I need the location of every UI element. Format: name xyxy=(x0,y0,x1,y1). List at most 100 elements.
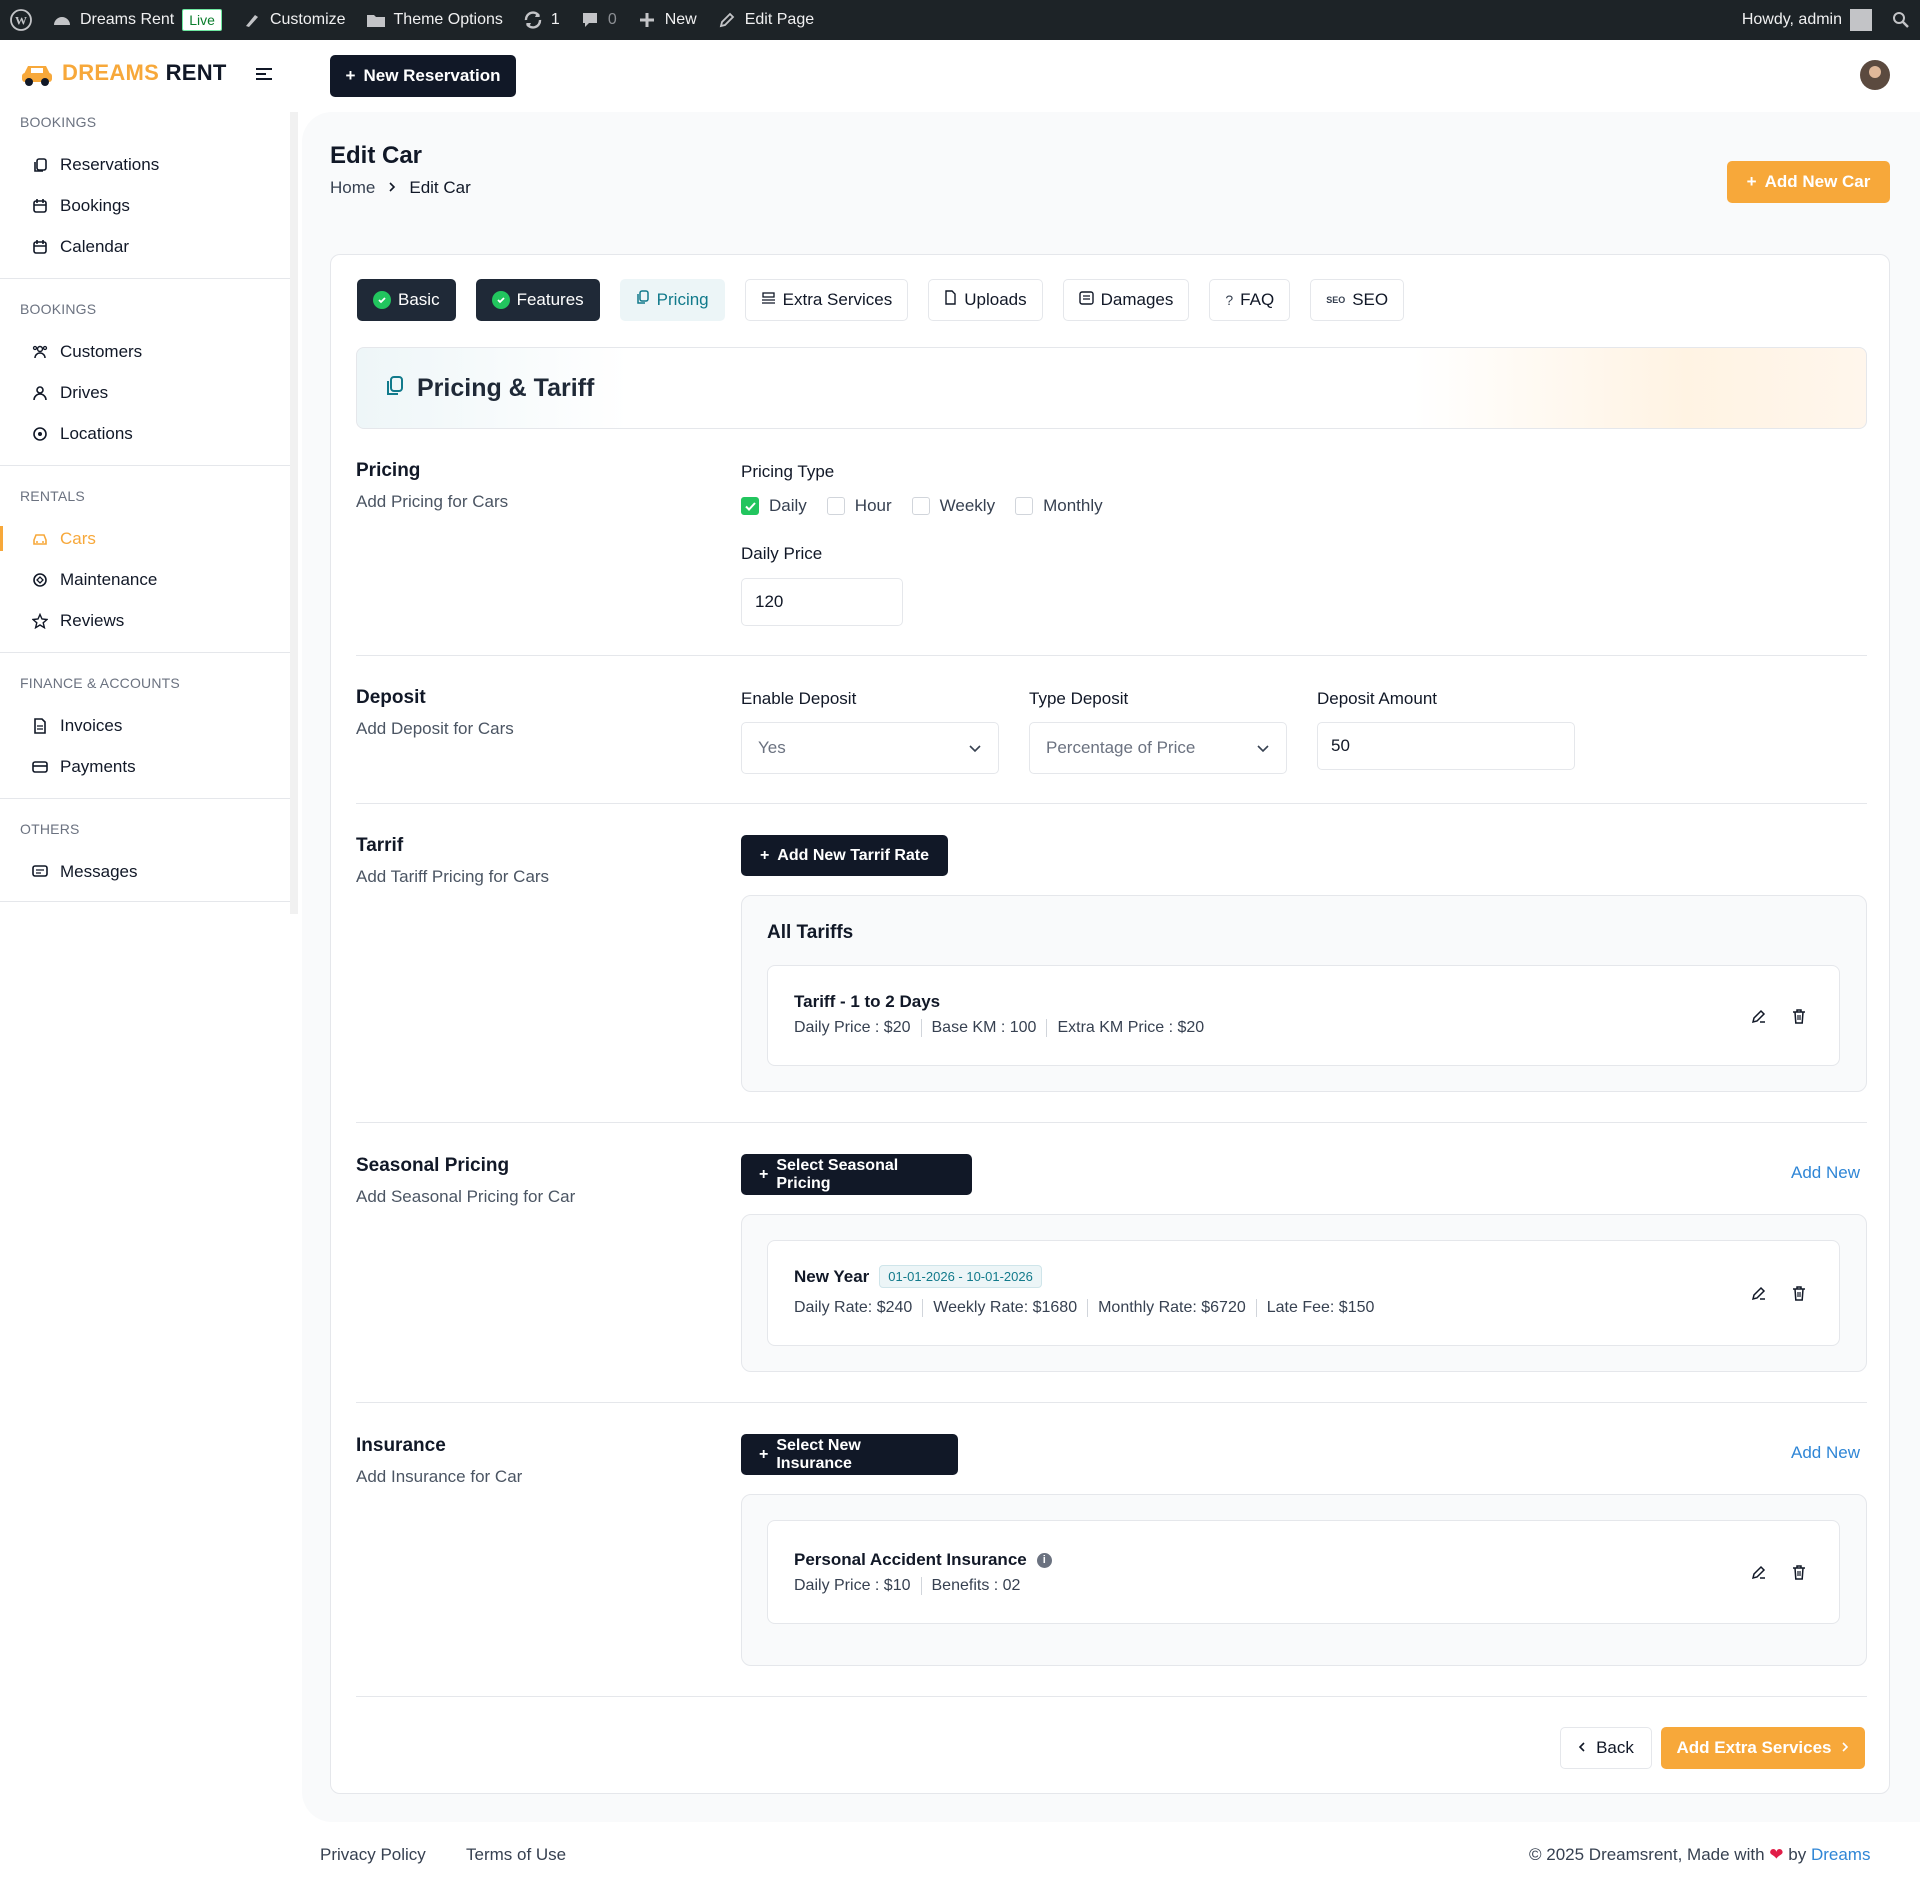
divider xyxy=(0,465,290,466)
sidebar-item-bookings[interactable]: Bookings xyxy=(0,185,290,226)
sidebar-item-locations[interactable]: Locations xyxy=(0,413,290,454)
comments-link[interactable]: 0 xyxy=(570,0,627,40)
brand-logo[interactable]: DREAMS RENT xyxy=(20,58,227,88)
breadcrumb: Home Edit Car xyxy=(330,178,471,198)
wordpress-logo-icon[interactable]: W xyxy=(0,0,42,40)
menu-toggle-icon[interactable] xyxy=(256,68,272,82)
type-deposit-select[interactable]: Percentage of Price xyxy=(1029,722,1287,774)
avatar[interactable] xyxy=(1860,60,1890,90)
divider xyxy=(0,652,290,653)
daily-price-input[interactable]: 120 xyxy=(741,578,903,626)
tab-uploads[interactable]: Uploads xyxy=(928,279,1043,321)
page-title: Edit Car xyxy=(330,142,423,169)
step-tabs: Basic Features Pricing Extra Services Up… xyxy=(357,279,1405,321)
privacy-policy-link[interactable]: Privacy Policy xyxy=(320,1845,426,1865)
sidebar-item-maintenance[interactable]: Maintenance xyxy=(0,559,290,600)
theme-options-label: Theme Options xyxy=(393,11,503,28)
sidebar-item-reviews[interactable]: Reviews xyxy=(0,600,290,641)
checkbox[interactable] xyxy=(1015,497,1034,515)
tab-faq[interactable]: ? FAQ xyxy=(1209,279,1291,321)
copy-icon xyxy=(32,157,48,173)
sidebar-item-label: Customers xyxy=(60,341,143,361)
checkbox[interactable] xyxy=(826,497,845,515)
trash-icon[interactable] xyxy=(1787,1560,1811,1584)
live-badge: Live xyxy=(182,9,222,31)
add-extra-services-button[interactable]: Add Extra Services xyxy=(1661,1727,1865,1769)
option-label: Hour xyxy=(854,496,892,515)
deposit-amount-label: Deposit Amount xyxy=(1317,689,1438,708)
pricing-type-weekly[interactable]: Weekly xyxy=(911,496,995,516)
dreams-link[interactable]: Dreams xyxy=(1811,1845,1871,1864)
updates-link[interactable]: 1 xyxy=(513,0,570,40)
add-tarrif-label: Add New Tarrif Rate xyxy=(777,846,930,864)
plus-icon: + xyxy=(759,1445,769,1463)
tab-extra-services[interactable]: Extra Services xyxy=(744,279,909,321)
select-new-insurance-button[interactable]: + Select New Insurance xyxy=(741,1434,958,1475)
sidebar-item-messages[interactable]: Messages xyxy=(0,851,290,892)
edit-page-link[interactable]: Edit Page xyxy=(707,0,824,40)
pricing-heading: Pricing xyxy=(356,460,421,481)
terms-of-use-link[interactable]: Terms of Use xyxy=(466,1845,566,1865)
plus-icon: + xyxy=(345,66,356,85)
info-icon[interactable]: i xyxy=(1036,1552,1052,1568)
edit-icon[interactable] xyxy=(1747,1281,1771,1305)
invoice-icon xyxy=(32,717,48,734)
seasonal-add-new-link[interactable]: Add New xyxy=(1791,1163,1860,1183)
tab-pricing[interactable]: Pricing xyxy=(619,279,725,321)
checkbox-checked-icon[interactable] xyxy=(741,497,759,515)
sidebar-item-calendar[interactable]: Calendar xyxy=(0,226,290,267)
customize-label: Customize xyxy=(269,11,346,28)
pricing-type-daily[interactable]: Daily xyxy=(741,496,807,516)
car-logo-icon xyxy=(20,58,54,88)
customize-link[interactable]: Customize xyxy=(232,0,356,40)
add-new-tarrif-rate-button[interactable]: + Add New Tarrif Rate xyxy=(741,835,948,876)
tab-seo[interactable]: SEO SEO xyxy=(1310,279,1405,321)
select-seasonal-pricing-button[interactable]: + Select Seasonal Pricing xyxy=(741,1154,972,1195)
search-icon[interactable] xyxy=(1882,0,1920,40)
checkbox[interactable] xyxy=(911,497,930,515)
sidebar-scrollbar[interactable] xyxy=(290,112,298,914)
sidebar-item-payments[interactable]: Payments xyxy=(0,746,290,787)
divider xyxy=(356,655,1867,656)
edit-icon[interactable] xyxy=(1747,1560,1771,1584)
tariff-subtitle: Add Tariff Pricing for Cars xyxy=(356,867,550,886)
theme-options-link[interactable]: Theme Options xyxy=(356,0,513,40)
trash-icon[interactable] xyxy=(1787,1004,1811,1028)
sidebar-item-cars[interactable]: Cars xyxy=(0,518,290,559)
section-header: Pricing & Tariff xyxy=(356,347,1867,429)
tariff-actions xyxy=(1747,1004,1811,1028)
insurance-item-title: Personal Accident Insurance i xyxy=(794,1550,1052,1570)
plus-icon: + xyxy=(1746,172,1757,191)
tab-damages[interactable]: Damages xyxy=(1062,279,1190,321)
enable-deposit-select[interactable]: Yes xyxy=(741,722,999,774)
tab-basic[interactable]: Basic xyxy=(357,279,456,321)
account-menu[interactable]: Howdy, admin xyxy=(1732,0,1882,40)
tab-label: Basic xyxy=(398,290,440,309)
pricing-type-monthly[interactable]: Monthly xyxy=(1015,496,1103,516)
pricing-type-hour[interactable]: Hour xyxy=(826,496,892,516)
back-button[interactable]: Back xyxy=(1560,1727,1652,1769)
insurance-subtitle: Add Insurance for Car xyxy=(356,1467,523,1486)
sidebar-item-reservations[interactable]: Reservations xyxy=(0,144,290,185)
tab-label: SEO xyxy=(1352,290,1389,309)
admin-bar: W Dreams Rent Live Customize Theme Optio… xyxy=(0,0,1920,40)
new-content-link[interactable]: New xyxy=(627,0,707,40)
sidebar-item-customers[interactable]: Customers xyxy=(0,331,290,372)
seasonal-late-fee: Late Fee: $150 xyxy=(1255,1299,1385,1317)
new-reservation-button[interactable]: + New Reservation xyxy=(330,55,516,97)
all-tariffs-title: All Tariffs xyxy=(767,922,854,943)
trash-icon[interactable] xyxy=(1787,1281,1811,1305)
deposit-amount-input[interactable]: 50 xyxy=(1317,722,1575,770)
site-name-menu[interactable]: Dreams Rent Live xyxy=(42,0,232,40)
sidebar-item-drives[interactable]: Drives xyxy=(0,372,290,413)
breadcrumb-home[interactable]: Home xyxy=(330,178,375,198)
select-seasonal-label: Select Seasonal Pricing xyxy=(776,1156,899,1192)
edit-icon[interactable] xyxy=(1747,1004,1771,1028)
add-new-car-button[interactable]: + Add New Car xyxy=(1727,161,1890,203)
tab-features[interactable]: Features xyxy=(475,279,600,321)
seasonal-monthly-rate: Monthly Rate: $6720 xyxy=(1087,1299,1256,1317)
sidebar-item-invoices[interactable]: Invoices xyxy=(0,705,290,746)
sidebar-item-label: Cars xyxy=(60,528,96,548)
insurance-add-new-link[interactable]: Add New xyxy=(1791,1443,1860,1463)
sidebar-item-label: Bookings xyxy=(60,195,130,215)
